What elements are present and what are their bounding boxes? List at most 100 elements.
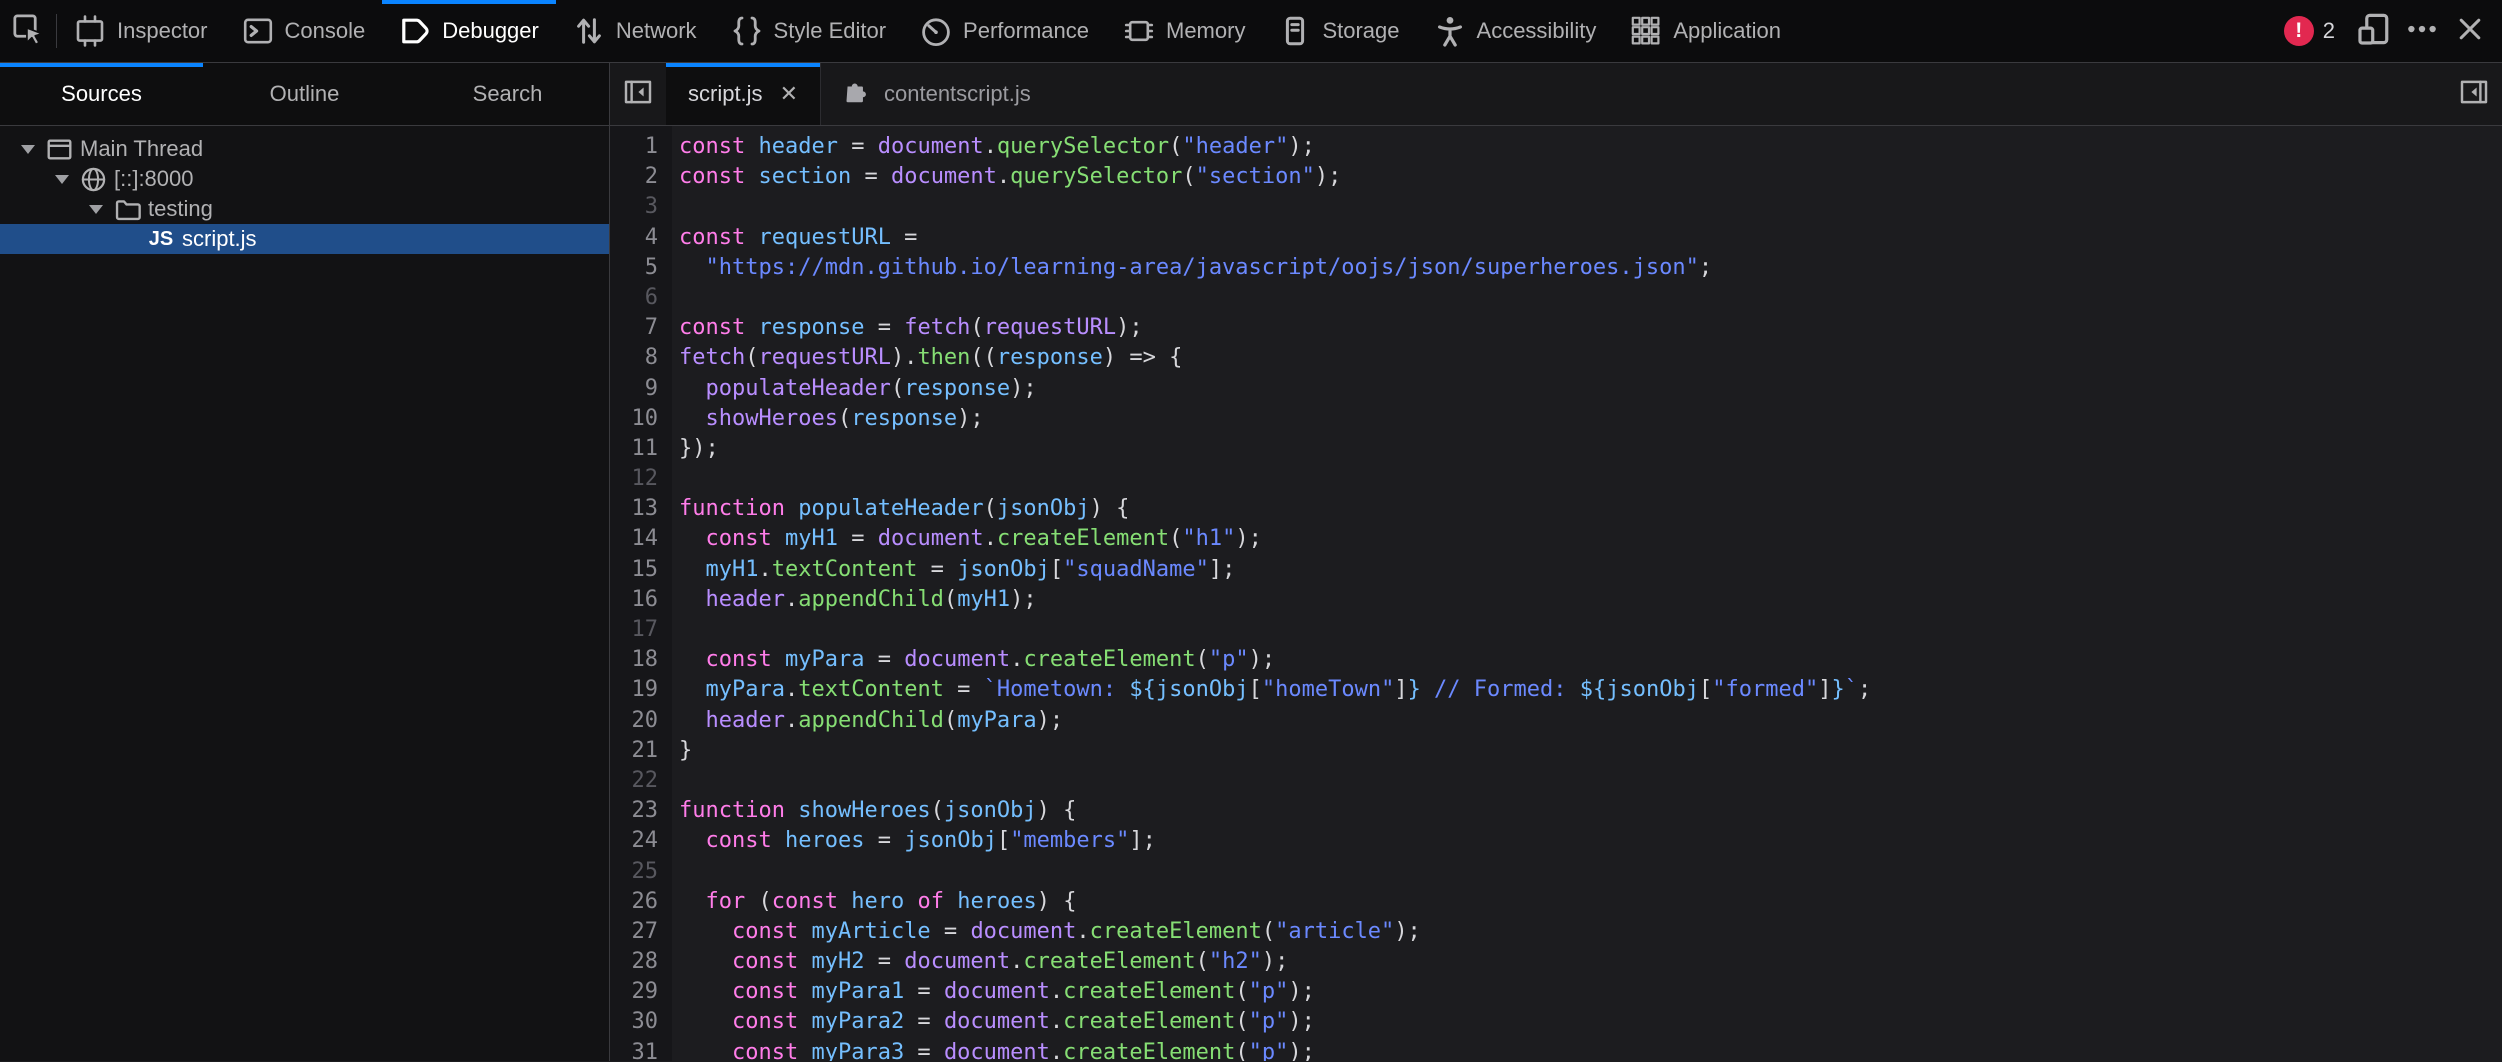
tab-inspector[interactable]: Inspector xyxy=(57,0,225,62)
chevron-expander-icon[interactable] xyxy=(14,145,42,154)
line-number[interactable]: 13 xyxy=(610,494,672,524)
more-tools-menu-button[interactable] xyxy=(2398,0,2446,63)
line-number[interactable]: 17 xyxy=(610,615,672,645)
line-number[interactable]: 18 xyxy=(610,645,672,675)
style-editor-icon xyxy=(731,15,763,47)
error-count-badge[interactable]: ! 2 xyxy=(2270,16,2349,46)
line-number[interactable]: 23 xyxy=(610,796,672,826)
secondary-toolbar: SourcesOutlineSearch script.js ✕ contentsc… xyxy=(0,63,2502,126)
collapse-right-icon xyxy=(2459,94,2489,111)
tab-label: Inspector xyxy=(117,18,208,44)
line-number[interactable]: 27 xyxy=(610,917,672,947)
error-icon: ! xyxy=(2284,16,2314,46)
line-number[interactable]: 16 xyxy=(610,585,672,615)
tab-sources[interactable]: Sources xyxy=(0,63,203,125)
debugger-icon xyxy=(399,15,431,47)
responsive-design-mode-button[interactable] xyxy=(2350,0,2398,63)
tree-item-main-thread[interactable]: Main Thread xyxy=(0,134,609,164)
close-icon xyxy=(2454,13,2486,50)
tab-performance[interactable]: Performance xyxy=(903,0,1106,62)
code-line-3: 3 xyxy=(610,192,2502,222)
chevron-expander-icon[interactable] xyxy=(82,205,110,214)
globe-icon xyxy=(76,166,110,193)
tab-memory[interactable]: Memory xyxy=(1106,0,1262,62)
line-number[interactable]: 1 xyxy=(610,132,672,162)
collapse-debugger-pane-button[interactable] xyxy=(2446,63,2502,125)
code-line-16: 16 header.appendChild(myH1); xyxy=(610,585,2502,615)
line-number[interactable]: 11 xyxy=(610,434,672,464)
tab-debugger[interactable]: Debugger xyxy=(382,0,556,62)
line-number[interactable]: 2 xyxy=(610,162,672,192)
code-line-29: 29 const myPara1 = document.createElemen… xyxy=(610,977,2502,1007)
devtools-panel-tabs: Inspector Console DebuggerNetworkStyle Edi… xyxy=(57,0,1798,62)
line-number[interactable]: 25 xyxy=(610,857,672,887)
line-number[interactable]: 30 xyxy=(610,1007,672,1037)
debugger-content: Main Thread[::]:8000testingJSscript.js 1… xyxy=(0,126,2502,1061)
code-text xyxy=(672,283,679,313)
storage-icon xyxy=(1279,15,1311,47)
line-number[interactable]: 19 xyxy=(610,675,672,705)
code-text: const section = document.querySelector("… xyxy=(672,162,1341,192)
line-number[interactable]: 24 xyxy=(610,826,672,856)
close-tab-icon[interactable]: ✕ xyxy=(780,81,798,107)
line-number[interactable]: 15 xyxy=(610,555,672,585)
code-line-18: 18 const myPara = document.createElement… xyxy=(610,645,2502,675)
line-number[interactable]: 22 xyxy=(610,766,672,796)
code-text: const response = fetch(requestURL); xyxy=(672,313,1143,343)
code-text: myH1.textContent = jsonObj["squadName"]; xyxy=(672,555,1235,585)
tree-item-testing[interactable]: testing xyxy=(0,194,609,224)
tab-network[interactable]: Network xyxy=(556,0,714,62)
code-editor[interactable]: 1const header = document.querySelector("… xyxy=(610,126,2502,1061)
line-number[interactable]: 8 xyxy=(610,343,672,373)
line-number[interactable]: 12 xyxy=(610,464,672,494)
pick-element-button[interactable] xyxy=(0,0,56,62)
line-number[interactable]: 14 xyxy=(610,524,672,554)
line-number[interactable]: 21 xyxy=(610,736,672,766)
tab-accessibility[interactable]: Accessibility xyxy=(1417,0,1614,62)
code-text: function showHeroes(jsonObj) { xyxy=(672,796,1076,826)
tab-style-editor[interactable]: Style Editor xyxy=(714,0,904,62)
line-number[interactable]: 5 xyxy=(610,253,672,283)
code-line-30: 30 const myPara2 = document.createElemen… xyxy=(610,1007,2502,1037)
code-line-17: 17 xyxy=(610,615,2502,645)
line-number[interactable]: 20 xyxy=(610,706,672,736)
close-icon xyxy=(2454,32,2486,49)
line-number[interactable]: 29 xyxy=(610,977,672,1007)
line-number[interactable]: 26 xyxy=(610,887,672,917)
code-text: const myPara = document.createElement("p… xyxy=(672,645,1275,675)
code-line-31: 31 const myPara3 = document.createElemen… xyxy=(610,1038,2502,1061)
code-line-10: 10 showHeroes(response); xyxy=(610,404,2502,434)
collapse-sources-pane-button[interactable] xyxy=(610,63,666,125)
code-text: const myH1 = document.createElement("h1"… xyxy=(672,524,1262,554)
tab-label: Application xyxy=(1673,18,1781,44)
line-number[interactable]: 6 xyxy=(610,283,672,313)
line-number[interactable]: 10 xyxy=(610,404,672,434)
line-number[interactable]: 9 xyxy=(610,374,672,404)
tab-storage[interactable]: Storage xyxy=(1262,0,1416,62)
code-text: const myH2 = document.createElement("h2"… xyxy=(672,947,1288,977)
tree-item-8000[interactable]: [::]:8000 xyxy=(0,164,609,194)
source-tab-label: script.js xyxy=(688,81,763,107)
line-number[interactable]: 3 xyxy=(610,192,672,222)
line-number[interactable]: 7 xyxy=(610,313,672,343)
tree-item-script-js[interactable]: JSscript.js xyxy=(0,224,609,254)
close-devtools-button[interactable] xyxy=(2446,0,2494,63)
line-number[interactable]: 28 xyxy=(610,947,672,977)
tab-console[interactable]: Console xyxy=(225,0,383,62)
line-number[interactable]: 31 xyxy=(610,1038,672,1061)
tree-item-label: [::]:8000 xyxy=(114,166,194,192)
tree-item-label: script.js xyxy=(182,226,257,252)
code-text: const myPara3 = document.createElement("… xyxy=(672,1038,1315,1061)
tab-outline[interactable]: Outline xyxy=(203,63,406,125)
code-text: fetch(requestURL).then((response) => { xyxy=(672,343,1182,373)
tab-application[interactable]: Application xyxy=(1613,0,1798,62)
tab-search[interactable]: Search xyxy=(406,63,609,125)
line-number[interactable]: 4 xyxy=(610,223,672,253)
puzzle-icon xyxy=(843,77,871,111)
source-tab-contentscript-js[interactable]: contentscript.js xyxy=(821,63,1053,125)
chevron-expander-icon[interactable] xyxy=(48,175,76,184)
code-lines: 1const header = document.querySelector("… xyxy=(610,126,2502,1061)
source-tab-script-js[interactable]: script.js ✕ xyxy=(666,63,821,125)
tab-label: Console xyxy=(285,18,366,44)
network-icon xyxy=(573,15,605,47)
